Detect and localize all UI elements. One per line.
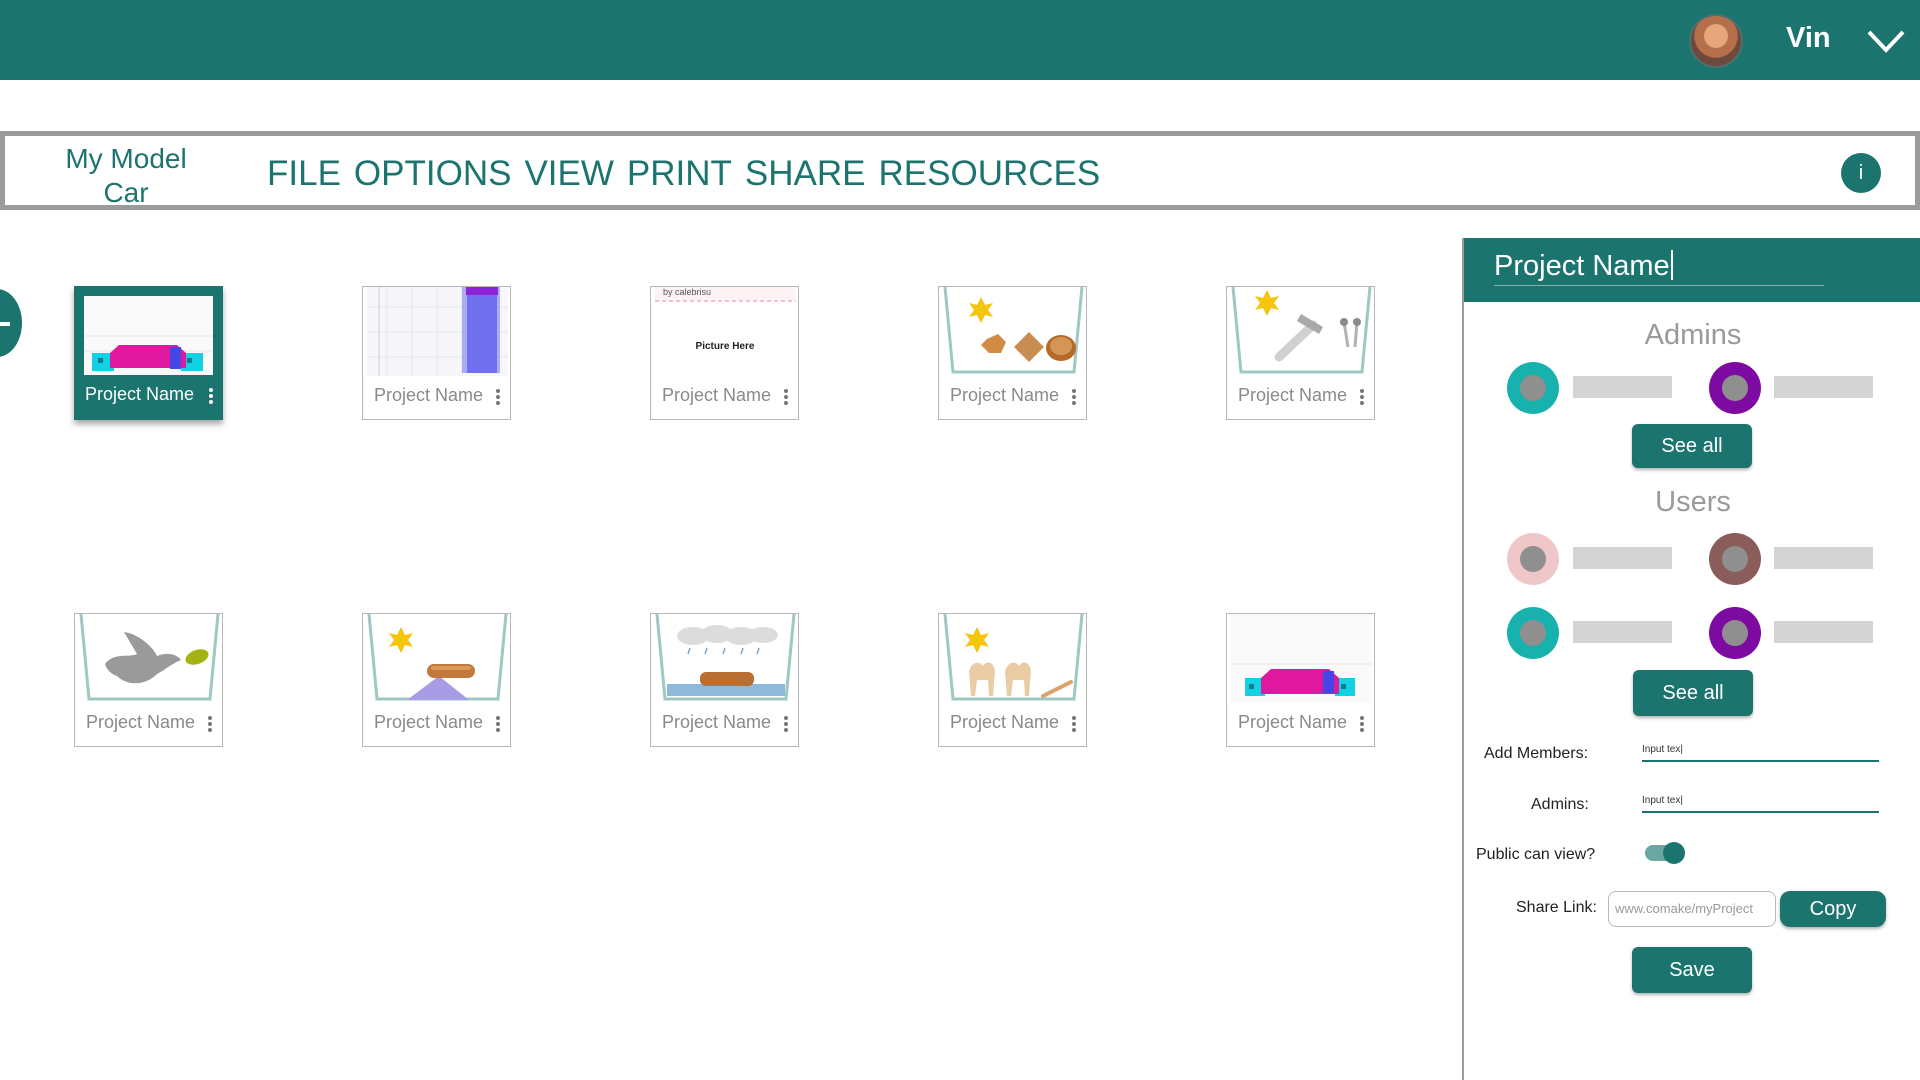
admins-input[interactable]: Input tex|	[1642, 795, 1879, 813]
project-thumbnail	[79, 614, 220, 703]
project-card[interactable]: Project Name	[74, 613, 223, 747]
info-button[interactable]: i	[1841, 153, 1881, 193]
user-avatar[interactable]	[1689, 14, 1743, 68]
user-avatar[interactable]	[1709, 607, 1761, 659]
menu-view[interactable]: VIEW	[524, 154, 613, 194]
project-name-label: Project Name	[1238, 712, 1348, 732]
project-name-value: Project Name	[1494, 250, 1670, 282]
project-menubar: My Model Car FILE OPTIONS VIEW PRINT SHA…	[0, 131, 1920, 210]
user-name-placeholder	[1573, 621, 1672, 643]
project-thumbnail	[943, 287, 1084, 376]
project-card[interactable]: Project Name	[650, 613, 799, 747]
more-vertical-icon[interactable]	[208, 716, 212, 732]
add-members-value: Input tex	[1642, 744, 1681, 755]
share-link-label: Share Link:	[1516, 899, 1597, 916]
user-avatar[interactable]	[1507, 533, 1559, 585]
see-all-admins-button[interactable]: See all	[1632, 424, 1752, 468]
menu-file[interactable]: FILE	[267, 154, 341, 194]
admins-label: Admins:	[1531, 796, 1589, 813]
admin-name-placeholder	[1774, 376, 1873, 398]
public-view-toggle[interactable]	[1645, 842, 1685, 864]
project-card[interactable]: by calebrisu Picture Here Project Name	[650, 286, 799, 420]
expand-sidebar-button[interactable]	[0, 289, 22, 357]
see-all-users-button[interactable]: See all	[1633, 670, 1753, 716]
project-card[interactable]: Project Name	[1226, 613, 1375, 747]
project-thumbnail	[367, 287, 508, 376]
project-name-label: Project Name	[374, 712, 484, 732]
user-avatar[interactable]	[1709, 533, 1761, 585]
admins-heading: Admins	[1644, 319, 1742, 351]
menu-items: FILE OPTIONS VIEW PRINT SHARE RESOURCES	[267, 154, 1100, 194]
admin-name-placeholder	[1573, 376, 1672, 398]
minus-icon	[0, 322, 10, 326]
add-members-input[interactable]: Input tex|	[1642, 744, 1879, 762]
project-name-label: Project Name	[85, 384, 195, 404]
copy-link-button[interactable]: Copy	[1780, 891, 1886, 927]
more-vertical-icon[interactable]	[496, 716, 500, 732]
more-vertical-icon[interactable]	[209, 388, 213, 404]
project-thumbnail	[367, 614, 508, 703]
username[interactable]: Vin	[1786, 22, 1831, 55]
project-thumbnail	[1231, 287, 1372, 376]
more-vertical-icon[interactable]	[784, 716, 788, 732]
more-vertical-icon[interactable]	[1360, 716, 1364, 732]
thumb-byline: by calebrisu	[663, 287, 711, 297]
admin-avatar[interactable]	[1507, 362, 1559, 414]
public-view-label: Public can view?	[1476, 846, 1596, 863]
project-thumbnail: by calebrisu Picture Here	[655, 287, 796, 376]
project-thumbnail	[943, 614, 1084, 703]
more-vertical-icon[interactable]	[496, 389, 500, 405]
menu-print[interactable]: PRINT	[627, 154, 732, 194]
project-title: My Model Car	[65, 143, 187, 208]
user-name-placeholder	[1573, 547, 1672, 569]
project-name-input[interactable]: Project Name	[1494, 250, 1824, 286]
project-name-label: Project Name	[950, 712, 1060, 732]
user-name-placeholder	[1774, 547, 1873, 569]
project-card[interactable]: Project Name	[1226, 286, 1375, 420]
project-name-label: Project Name	[662, 385, 772, 405]
more-vertical-icon[interactable]	[1072, 389, 1076, 405]
project-card[interactable]: Project Name	[74, 286, 223, 420]
chevron-down-icon[interactable]	[1866, 26, 1906, 56]
project-card[interactable]: Project Name	[362, 613, 511, 747]
text-cursor	[1670, 250, 1673, 280]
project-card[interactable]: Project Name	[362, 286, 511, 420]
admin-avatar[interactable]	[1709, 362, 1761, 414]
project-thumbnail	[84, 296, 213, 375]
users-heading: Users	[1655, 486, 1731, 518]
project-thumbnail	[655, 614, 796, 703]
project-name-label: Project Name	[662, 712, 772, 732]
project-name-label: Project Name	[1238, 385, 1348, 405]
project-settings-panel: Project Name Admins See all Users See al…	[1462, 238, 1920, 1080]
project-name-label: Project Name	[374, 385, 484, 405]
more-vertical-icon[interactable]	[1072, 716, 1076, 732]
add-members-label: Add Members:	[1484, 745, 1589, 762]
toggle-knob	[1663, 842, 1685, 864]
more-vertical-icon[interactable]	[784, 389, 788, 405]
project-name-label: Project Name	[950, 385, 1060, 405]
project-card[interactable]: Project Name	[938, 286, 1087, 420]
panel-header: Project Name	[1464, 238, 1920, 302]
user-name-placeholder	[1774, 621, 1873, 643]
admins-value: Input tex	[1642, 795, 1681, 806]
save-button[interactable]: Save	[1632, 947, 1752, 993]
project-thumbnail	[1231, 614, 1372, 703]
share-link-input[interactable]: www.comake/myProject	[1608, 891, 1776, 927]
project-card[interactable]: Project Name	[938, 613, 1087, 747]
user-avatar[interactable]	[1507, 607, 1559, 659]
menu-share[interactable]: SHARE	[745, 154, 866, 194]
project-name-label: Project Name	[86, 712, 196, 732]
thumb-caption: Picture Here	[696, 341, 755, 352]
more-vertical-icon[interactable]	[1360, 389, 1364, 405]
menu-resources[interactable]: RESOURCES	[879, 154, 1101, 194]
top-bar: Vin	[0, 0, 1920, 80]
menu-options[interactable]: OPTIONS	[354, 154, 512, 194]
